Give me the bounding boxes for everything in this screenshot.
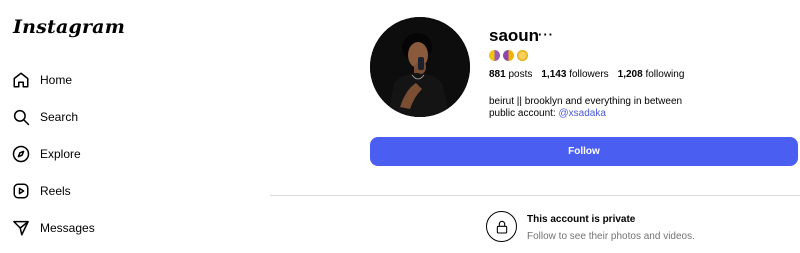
search-icon bbox=[12, 108, 30, 126]
sidebar-item-label: Messages bbox=[40, 221, 95, 235]
sidebar: Instagram Home Search Explore Reels Mess… bbox=[0, 0, 250, 253]
posts-count: 881 bbox=[489, 69, 506, 80]
followers-stat[interactable]: 1,143 followers bbox=[541, 69, 608, 80]
posts-label: posts bbox=[508, 69, 533, 80]
private-account-title: This account is private bbox=[527, 214, 636, 225]
following-label: following bbox=[645, 69, 685, 80]
lock-icon bbox=[486, 211, 517, 242]
bio-line: public account: @xsadaka bbox=[489, 108, 682, 120]
sidebar-item-home[interactable]: Home bbox=[12, 68, 212, 92]
sidebar-item-reels[interactable]: Reels bbox=[12, 179, 212, 203]
compass-icon bbox=[12, 145, 30, 163]
sidebar-item-messages[interactable]: Messages bbox=[12, 216, 212, 240]
bio-prefix: public account: bbox=[489, 108, 556, 119]
profile-stats: 881 posts 1,143 followers 1,208 followin… bbox=[489, 69, 693, 80]
more-options-button[interactable]: ··· bbox=[538, 27, 554, 42]
followers-count: 1,143 bbox=[541, 69, 567, 80]
home-icon bbox=[12, 71, 30, 89]
bio-mention-link[interactable]: @xsadaka bbox=[559, 108, 606, 119]
profile-bio: beirut || brooklyn and everything in bet… bbox=[489, 96, 682, 120]
sidebar-item-explore[interactable]: Explore bbox=[12, 142, 212, 166]
posts-stat[interactable]: 881 posts bbox=[489, 69, 532, 80]
sidebar-item-search[interactable]: Search bbox=[12, 105, 212, 129]
sidebar-item-label: Reels bbox=[40, 184, 71, 198]
followers-label: followers bbox=[569, 69, 609, 80]
badge-icon[interactable] bbox=[503, 50, 514, 61]
badge-icon[interactable] bbox=[489, 50, 500, 61]
bio-line: beirut || brooklyn and everything in bet… bbox=[489, 96, 683, 107]
sidebar-item-label: Home bbox=[40, 73, 73, 87]
following-stat[interactable]: 1,208 following bbox=[618, 69, 685, 80]
messages-icon bbox=[12, 219, 30, 237]
follow-button[interactable]: Follow bbox=[370, 137, 798, 166]
private-account-subtitle: Follow to see their photos and videos. bbox=[527, 231, 695, 242]
sidebar-item-label: Search bbox=[40, 110, 79, 124]
profile-badges bbox=[489, 50, 531, 61]
badge-icon[interactable] bbox=[517, 50, 528, 61]
reels-icon bbox=[12, 182, 30, 200]
instagram-logo[interactable]: Instagram bbox=[13, 16, 125, 38]
following-count: 1,208 bbox=[617, 69, 643, 80]
sidebar-item-label: Explore bbox=[40, 147, 81, 161]
profile-avatar[interactable] bbox=[370, 17, 470, 117]
profile-username: saoun bbox=[489, 26, 540, 45]
divider bbox=[270, 195, 800, 196]
